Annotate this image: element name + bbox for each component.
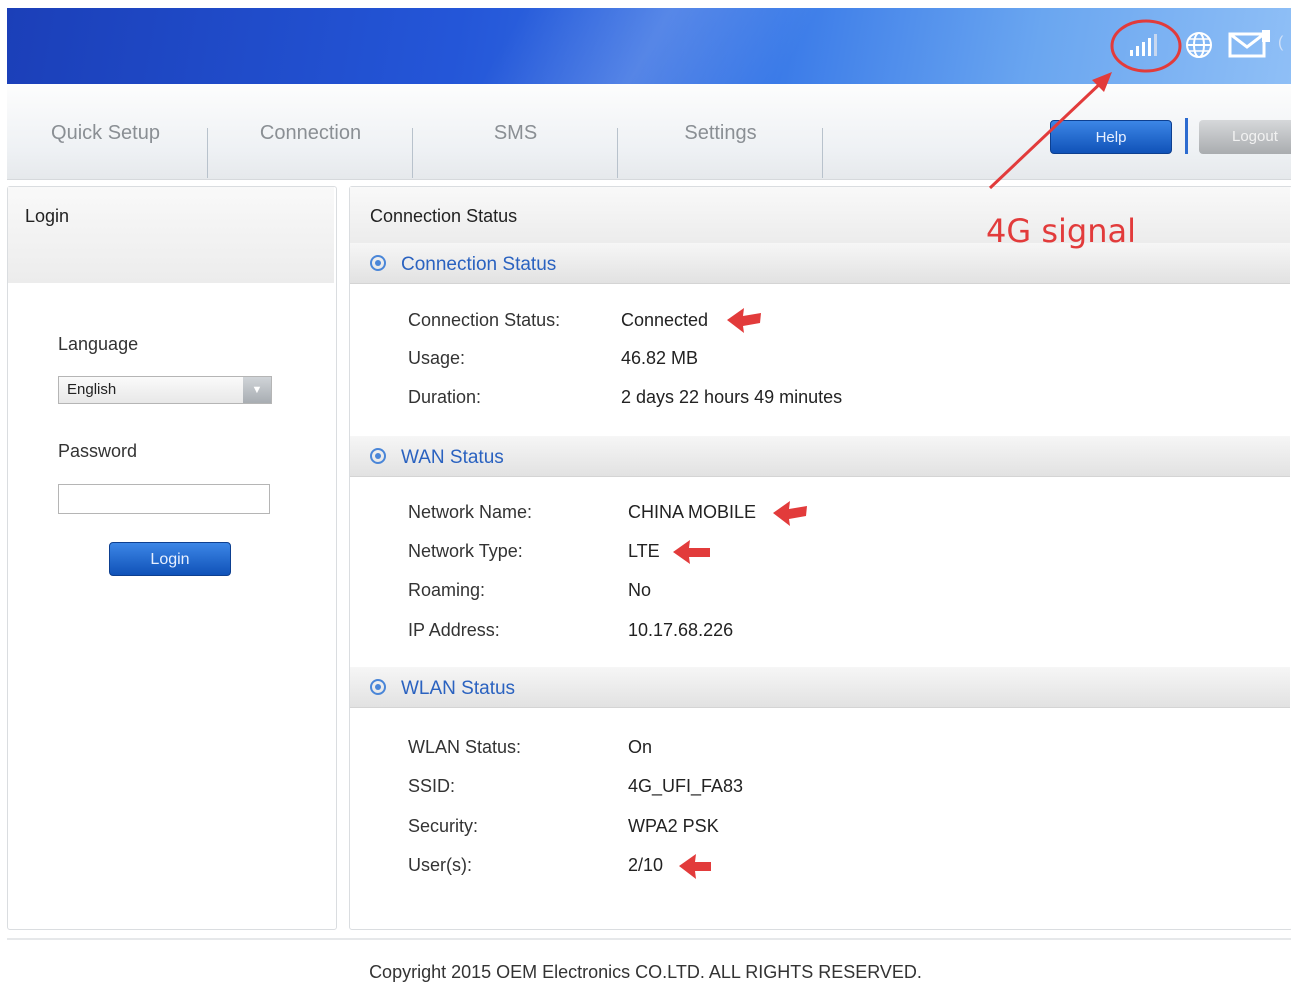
red-arrow-icon [727, 308, 761, 333]
red-arrow-icon [773, 501, 807, 526]
signal-pointer-line [988, 78, 1106, 190]
red-arrow-icon [679, 854, 711, 879]
signal-highlight-circle [1110, 19, 1182, 73]
annotation-overlay [673, 19, 1182, 879]
annotation-label: 4G signal [986, 212, 1136, 250]
red-arrow-icon [673, 540, 710, 564]
